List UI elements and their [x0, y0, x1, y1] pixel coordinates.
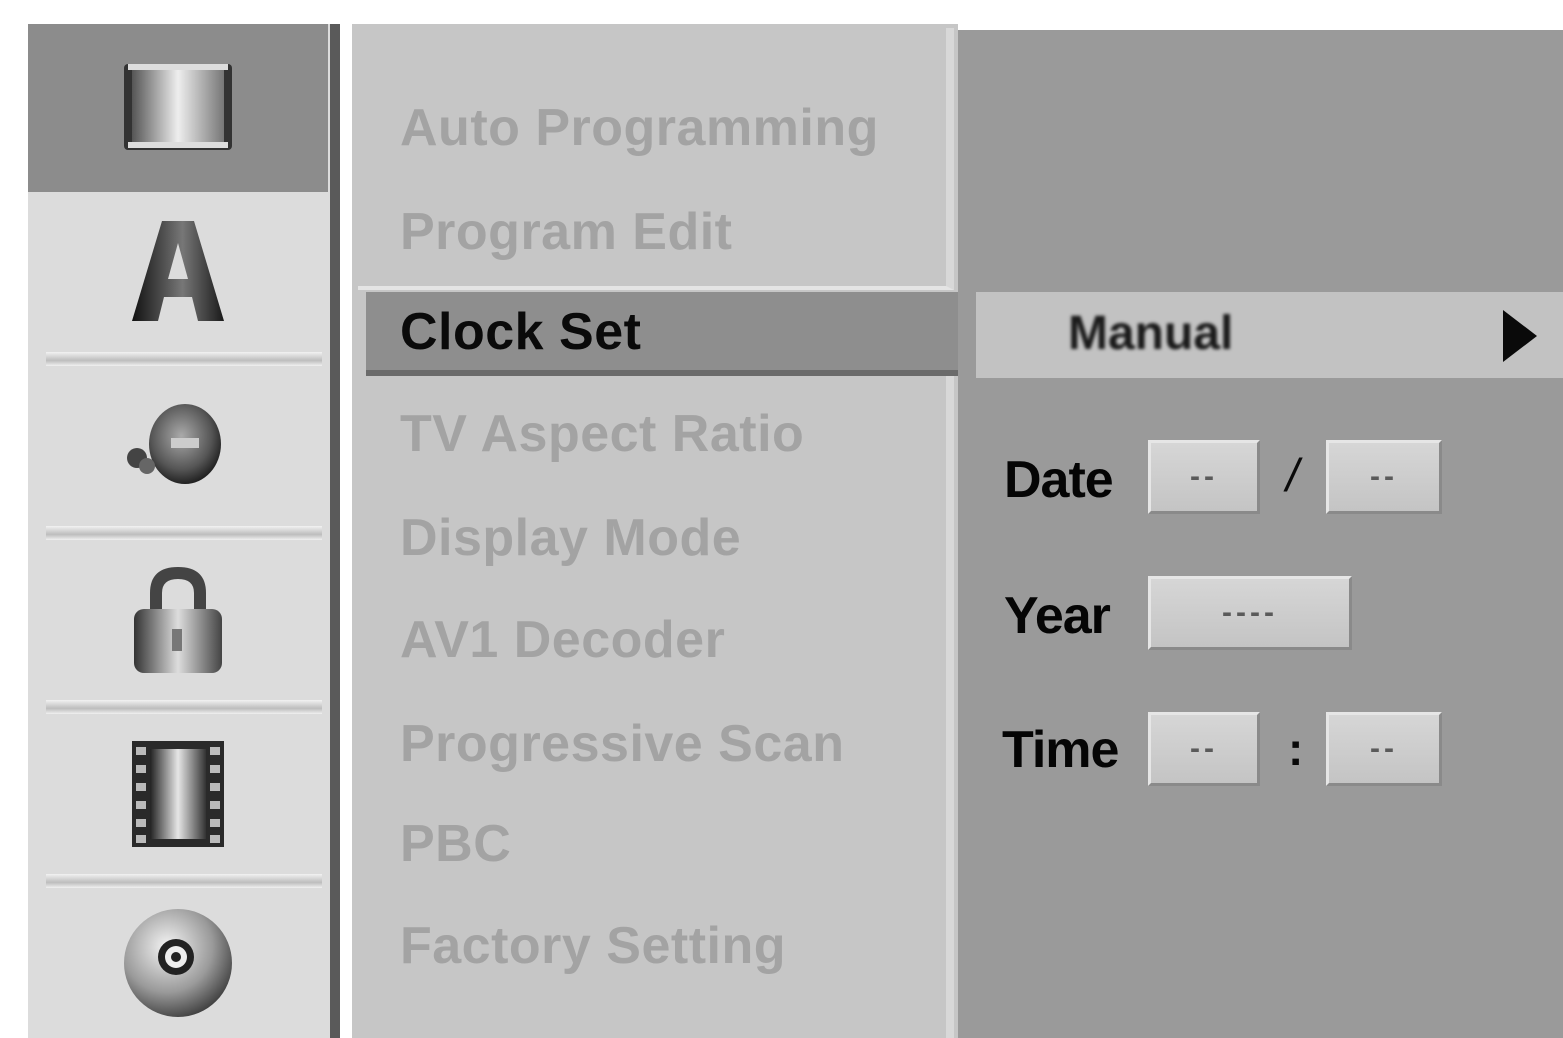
menu-item-display-mode[interactable]: Display Mode — [400, 508, 741, 568]
disc-icon — [124, 909, 232, 1017]
clock-mode-selector[interactable]: Manual — [976, 292, 1563, 378]
setup-screen: Auto Programming Program Edit Clock Set … — [0, 0, 1563, 1038]
clock-set-panel: Manual Date -- / -- Year ---- Time -- : … — [958, 30, 1563, 1038]
time-minute-field[interactable]: -- — [1326, 712, 1442, 786]
time-hour-field[interactable]: -- — [1148, 712, 1260, 786]
menu-item-factory-setting[interactable]: Factory Setting — [400, 916, 786, 976]
date-label: Date — [1004, 451, 1114, 509]
date-day-field[interactable]: -- — [1326, 440, 1442, 514]
menu-item-label: Clock Set — [400, 303, 642, 361]
sidebar-item-general[interactable] — [28, 24, 328, 192]
date-month-field[interactable]: -- — [1148, 440, 1260, 514]
audio-speaker-icon — [127, 404, 221, 484]
sidebar-item-language[interactable] — [28, 192, 328, 352]
sidebar-divider — [46, 526, 322, 540]
tv-screen-icon — [124, 64, 232, 150]
sidebar-item-audio[interactable] — [28, 366, 328, 526]
menu-item-auto-programming[interactable]: Auto Programming — [400, 98, 879, 158]
year-field[interactable]: ---- — [1148, 576, 1352, 650]
lock-icon — [134, 567, 222, 673]
sidebar-divider — [46, 352, 322, 366]
arrow-right-icon[interactable] — [1503, 310, 1537, 362]
sidebar-item-disc[interactable] — [28, 888, 328, 1038]
menu-item-progressive-scan[interactable]: Progressive Scan — [400, 714, 844, 774]
sidebar-divider — [46, 700, 322, 714]
time-separator: : — [1288, 723, 1304, 775]
menu-item-pbc[interactable]: PBC — [400, 814, 511, 874]
category-sidebar — [28, 24, 340, 1038]
language-a-icon — [132, 221, 224, 321]
menu-item-program-edit[interactable]: Program Edit — [400, 202, 733, 262]
time-label: Time — [1002, 721, 1119, 779]
settings-menu: Auto Programming Program Edit Clock Set … — [352, 24, 960, 1038]
sidebar-item-lock[interactable] — [28, 540, 328, 700]
film-strip-icon — [132, 741, 224, 847]
sidebar-item-recording[interactable] — [28, 714, 328, 874]
menu-item-av1-decoder[interactable]: AV1 Decoder — [400, 610, 725, 670]
sidebar-divider — [46, 874, 322, 888]
menu-item-clock-set[interactable]: Clock Set — [366, 292, 960, 376]
clock-mode-value: Manual — [1068, 307, 1234, 360]
date-separator: / — [1286, 449, 1299, 501]
menu-item-tv-aspect-ratio[interactable]: TV Aspect Ratio — [400, 404, 804, 464]
year-label: Year — [1004, 587, 1111, 645]
